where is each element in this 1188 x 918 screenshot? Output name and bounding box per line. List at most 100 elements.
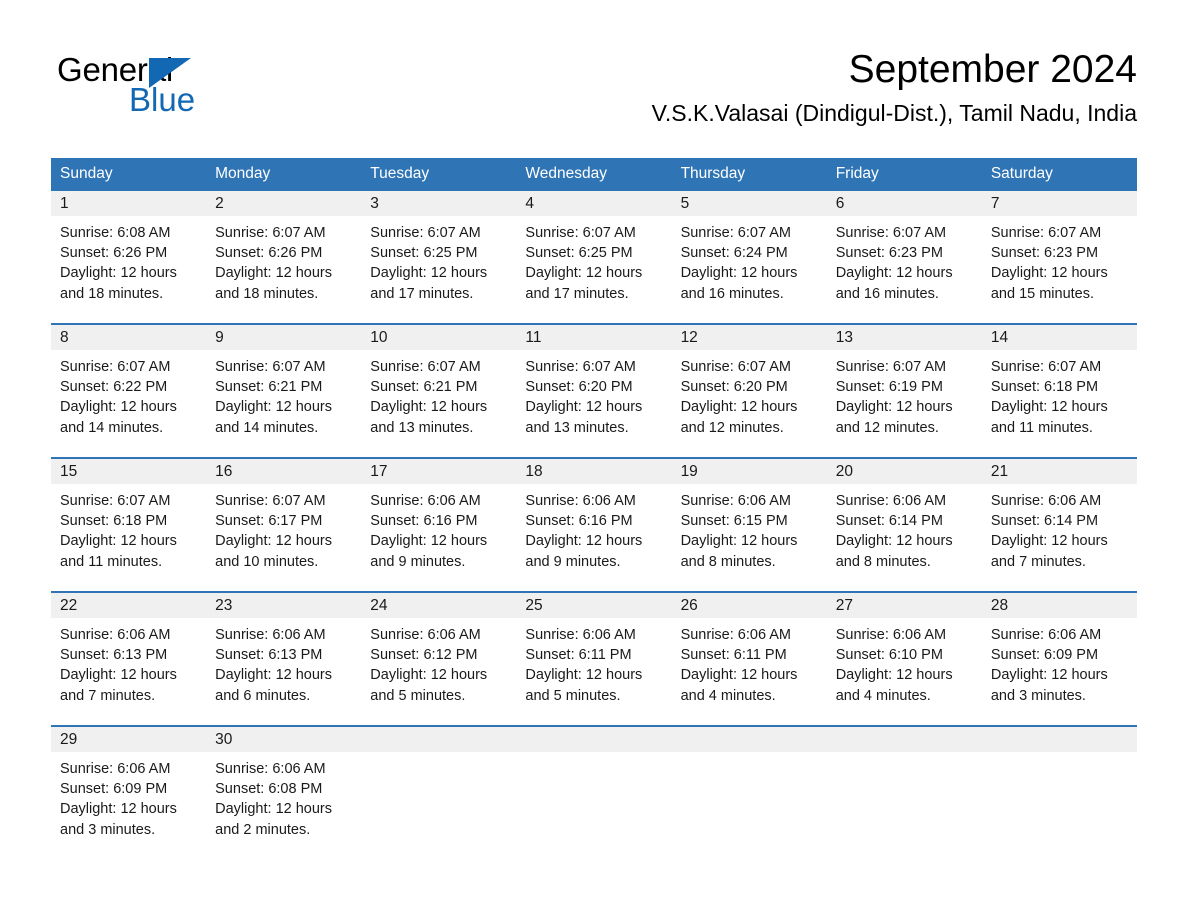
daylight-text-line2: and 5 minutes.: [525, 687, 621, 704]
sunrise-text: Sunrise: 6:07 AM: [525, 225, 636, 241]
day-number[interactable]: 4: [516, 191, 671, 216]
daylight-text-line2: and 2 minutes.: [215, 821, 311, 838]
day-cell-empty: [982, 752, 1137, 859]
sunrise-text: Sunrise: 6:06 AM: [215, 761, 326, 777]
day-cell[interactable]: Sunrise: 6:07 AM Sunset: 6:18 PM Daylight:…: [982, 350, 1137, 457]
day-number[interactable]: 24: [361, 593, 516, 618]
day-number[interactable]: 25: [516, 593, 671, 618]
day-cell[interactable]: Sunrise: 6:06 AM Sunset: 6:15 PM Daylight:…: [672, 484, 827, 591]
day-number[interactable]: 6: [827, 191, 982, 216]
day-cell[interactable]: Sunrise: 6:06 AM Sunset: 6:14 PM Daylight:…: [827, 484, 982, 591]
day-number[interactable]: 18: [516, 459, 671, 484]
day-number[interactable]: 20: [827, 459, 982, 484]
day-number[interactable]: 19: [672, 459, 827, 484]
day-number[interactable]: 27: [827, 593, 982, 618]
day-cell[interactable]: Sunrise: 6:07 AM Sunset: 6:20 PM Daylight:…: [516, 350, 671, 457]
daylight-text-line1: Daylight: 12 hours: [680, 533, 798, 550]
day-number[interactable]: 2: [206, 191, 361, 216]
sunset-text: Sunset: 6:21 PM: [370, 379, 478, 396]
day-number[interactable]: 21: [982, 459, 1137, 484]
daylight-text-line1: Daylight: 12 hours: [680, 399, 798, 416]
day-cell[interactable]: Sunrise: 6:07 AM Sunset: 6:20 PM Daylight:…: [672, 350, 827, 457]
day-cell[interactable]: Sunrise: 6:06 AM Sunset: 6:09 PM Daylight:…: [51, 752, 206, 859]
day-cell[interactable]: Sunrise: 6:06 AM Sunset: 6:10 PM Daylight:…: [827, 618, 982, 725]
day-number[interactable]: 10: [361, 325, 516, 350]
daylight-text-line1: Daylight: 12 hours: [370, 533, 488, 550]
daylight-text-line2: and 12 minutes.: [835, 419, 939, 436]
day-number[interactable]: 9: [206, 325, 361, 350]
day-cell[interactable]: Sunrise: 6:07 AM Sunset: 6:17 PM Daylight:…: [206, 484, 361, 591]
day-number[interactable]: 14: [982, 325, 1137, 350]
day-number-empty: [672, 727, 827, 752]
day-number[interactable]: 12: [672, 325, 827, 350]
day-cell[interactable]: Sunrise: 6:06 AM Sunset: 6:16 PM Daylight:…: [361, 484, 516, 591]
sunrise-text: Sunrise: 6:06 AM: [60, 627, 171, 643]
generalblue-logo[interactable]: General Blue: [57, 52, 237, 118]
day-cell[interactable]: Sunrise: 6:06 AM Sunset: 6:16 PM Daylight:…: [516, 484, 671, 591]
day-cell[interactable]: Sunrise: 6:06 AM Sunset: 6:08 PM Daylight:…: [206, 752, 361, 859]
daylight-text-line1: Daylight: 12 hours: [680, 667, 798, 684]
day-number[interactable]: 15: [51, 459, 206, 484]
sunrise-text: Sunrise: 6:06 AM: [835, 493, 947, 509]
calendar-weeks: 1 2 3 4 5 6 7 Sunrise: 6:08 AM Sunset: 6:26 PM Da…: [51, 189, 1137, 859]
day-cell-empty: [827, 752, 982, 859]
daylight-text-line1: Daylight: 12 hours: [60, 801, 177, 818]
title-block: September 2024 V.S.K.Valasai (Dindigul-D…: [652, 47, 1137, 127]
day-number[interactable]: 5: [672, 191, 827, 216]
day-number[interactable]: 26: [672, 593, 827, 618]
day-cell[interactable]: Sunrise: 6:06 AM Sunset: 6:12 PM Daylight:…: [361, 618, 516, 725]
sunset-text: Sunset: 6:25 PM: [370, 245, 478, 262]
day-number[interactable]: 13: [827, 325, 982, 350]
day-number[interactable]: 23: [206, 593, 361, 618]
day-cell[interactable]: Sunrise: 6:06 AM Sunset: 6:14 PM Daylight:…: [982, 484, 1137, 591]
daylight-text-line1: Daylight: 12 hours: [60, 667, 177, 684]
daylight-text-line2: and 10 minutes.: [215, 553, 319, 570]
day-cell[interactable]: Sunrise: 6:06 AM Sunset: 6:11 PM Daylight:…: [516, 618, 671, 725]
day-number-empty: [516, 727, 671, 752]
day-cell[interactable]: Sunrise: 6:07 AM Sunset: 6:22 PM Daylight:…: [51, 350, 206, 457]
sunrise-text: Sunrise: 6:06 AM: [525, 493, 636, 509]
day-cell[interactable]: Sunrise: 6:07 AM Sunset: 6:21 PM Daylight:…: [361, 350, 516, 457]
day-number[interactable]: 8: [51, 325, 206, 350]
day-number[interactable]: 11: [516, 325, 671, 350]
day-number[interactable]: 16: [206, 459, 361, 484]
day-cell[interactable]: Sunrise: 6:07 AM Sunset: 6:18 PM Daylight:…: [51, 484, 206, 591]
day-number[interactable]: 17: [361, 459, 516, 484]
sunrise-text: Sunrise: 6:07 AM: [525, 359, 636, 375]
day-cell[interactable]: Sunrise: 6:06 AM Sunset: 6:13 PM Daylight:…: [206, 618, 361, 725]
day-cell[interactable]: Sunrise: 6:07 AM Sunset: 6:25 PM Daylight:…: [516, 216, 671, 323]
day-number[interactable]: 3: [361, 191, 516, 216]
daylight-text-line2: and 17 minutes.: [370, 285, 474, 302]
day-cell[interactable]: Sunrise: 6:07 AM Sunset: 6:21 PM Daylight:…: [206, 350, 361, 457]
day-cell[interactable]: Sunrise: 6:07 AM Sunset: 6:23 PM Daylight:…: [827, 216, 982, 323]
daylight-text-line1: Daylight: 12 hours: [835, 399, 953, 416]
day-cell[interactable]: Sunrise: 6:07 AM Sunset: 6:19 PM Daylight:…: [827, 350, 982, 457]
daylight-text-line2: and 15 minutes.: [990, 285, 1095, 302]
weekday-header-tuesday: Tuesday: [370, 165, 430, 182]
day-cell[interactable]: Sunrise: 6:06 AM Sunset: 6:09 PM Daylight:…: [982, 618, 1137, 725]
day-number[interactable]: 22: [51, 593, 206, 618]
day-number[interactable]: 7: [982, 191, 1137, 216]
sunset-text: Sunset: 6:26 PM: [60, 245, 168, 262]
day-cell[interactable]: Sunrise: 6:06 AM Sunset: 6:13 PM Daylight:…: [51, 618, 206, 725]
day-number[interactable]: 28: [982, 593, 1137, 618]
day-cell[interactable]: Sunrise: 6:07 AM Sunset: 6:25 PM Daylight:…: [361, 216, 516, 323]
sunset-text: Sunset: 6:11 PM: [680, 647, 787, 664]
day-number[interactable]: 1: [51, 191, 206, 216]
day-cell-empty: [672, 752, 827, 859]
daylight-text-line1: Daylight: 12 hours: [215, 533, 333, 550]
sunset-text: Sunset: 6:20 PM: [680, 379, 788, 396]
page-title: September 2024: [848, 48, 1137, 91]
daylight-text-line2: and 16 minutes.: [835, 285, 939, 302]
day-cell[interactable]: Sunrise: 6:07 AM Sunset: 6:26 PM Daylight:…: [206, 216, 361, 323]
day-cell[interactable]: Sunrise: 6:08 AM Sunset: 6:26 PM Daylight:…: [51, 216, 206, 323]
day-number[interactable]: 30: [206, 727, 361, 752]
day-cell[interactable]: Sunrise: 6:07 AM Sunset: 6:23 PM Daylight:…: [982, 216, 1137, 323]
calendar-week-row: 22 23 24 25 26 27 28 Sunrise: 6:06 AM Sunset: 6:…: [51, 591, 1137, 725]
weekday-header-row: Sunday Monday Tuesday Wednesday Thursday…: [51, 158, 1137, 189]
day-cell[interactable]: Sunrise: 6:07 AM Sunset: 6:24 PM Daylight:…: [672, 216, 827, 323]
sunset-text: Sunset: 6:09 PM: [60, 781, 168, 798]
weekday-header-wednesday: Wednesday: [525, 165, 607, 182]
day-number[interactable]: 29: [51, 727, 206, 752]
day-cell[interactable]: Sunrise: 6:06 AM Sunset: 6:11 PM Daylight:…: [672, 618, 827, 725]
